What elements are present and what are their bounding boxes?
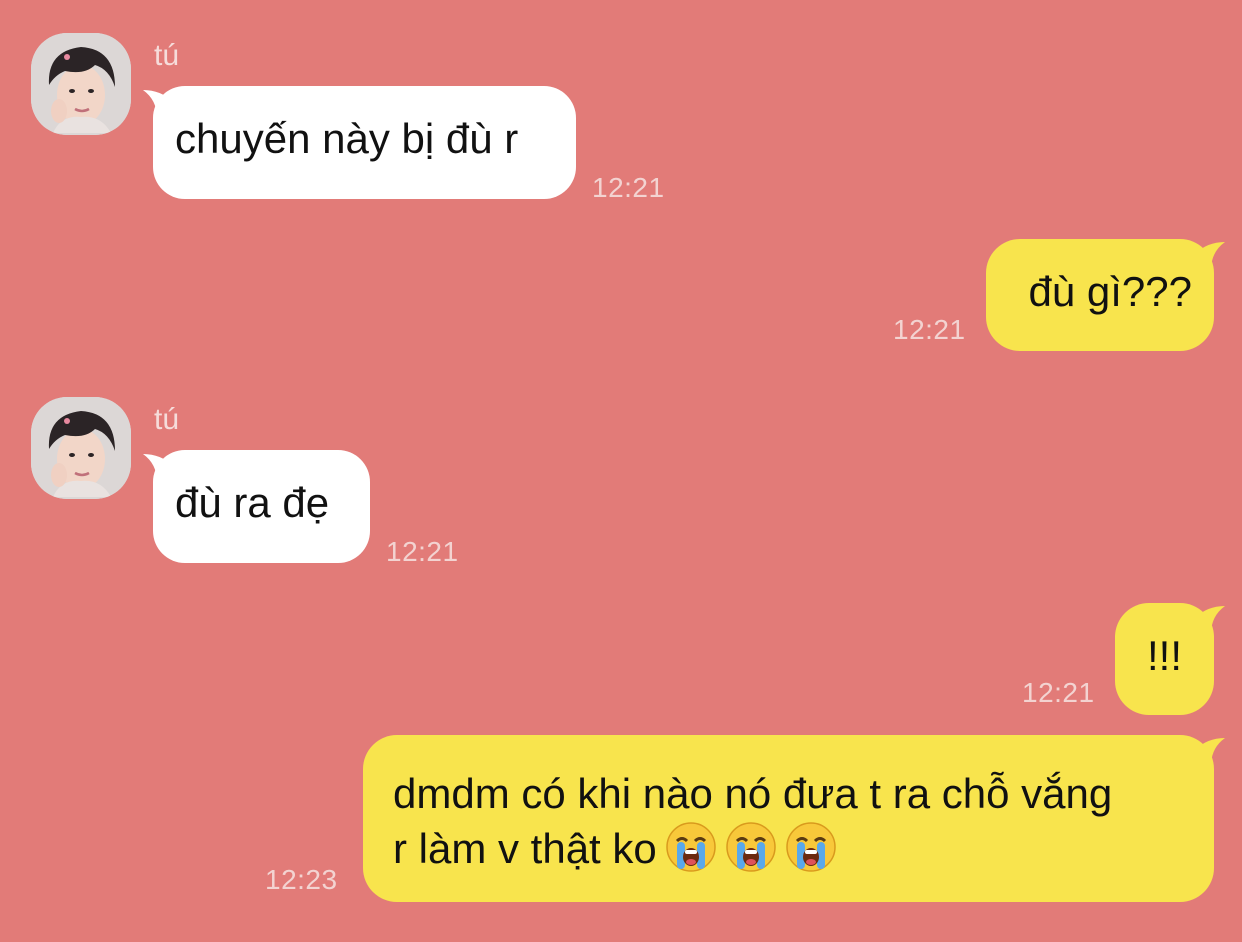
message-bubble-outgoing[interactable]: đù gì??? [986, 239, 1214, 351]
chat-thread: tú chuyến này bị đù r 12:21 đù gì??? 12:… [0, 0, 1242, 942]
message-timestamp: 12:21 [386, 536, 459, 567]
message-bubble-outgoing[interactable]: !!! [1115, 603, 1214, 715]
loudly-crying-face-icon [785, 821, 837, 873]
message-text: chuyến này bị đù r [175, 115, 519, 162]
message-timestamp: 12:21 [893, 314, 966, 345]
message-text: r làm v thật ko [393, 825, 657, 872]
message-text-line: dmdm có khi nào nó đưa t ra chỗ vắng [393, 770, 1113, 817]
sender-name: tú [154, 39, 180, 72]
sender-avatar[interactable] [31, 33, 131, 135]
message-bubble-incoming[interactable]: đù ra đẹ [153, 450, 370, 563]
loudly-crying-face-icon [725, 821, 777, 873]
avatar-photo-icon [31, 33, 131, 135]
message-timestamp: 12:21 [1022, 677, 1095, 708]
message-text: đù ra đẹ [175, 479, 330, 526]
message-text: đù gì??? [1028, 268, 1193, 315]
message-text: !!! [1146, 632, 1182, 679]
message-text-line-with-emoji: r làm v thật ko [393, 821, 1184, 876]
avatar-photo-icon [31, 397, 131, 499]
sender-avatar[interactable] [31, 397, 131, 499]
message-timestamp: 12:23 [265, 864, 338, 895]
message-bubble-incoming[interactable]: chuyến này bị đù r [153, 86, 576, 199]
loudly-crying-face-icon [665, 821, 717, 873]
message-bubble-outgoing[interactable]: dmdm có khi nào nó đưa t ra chỗ vắng r l… [363, 735, 1214, 902]
sender-name: tú [154, 403, 180, 436]
message-timestamp: 12:21 [592, 172, 665, 203]
